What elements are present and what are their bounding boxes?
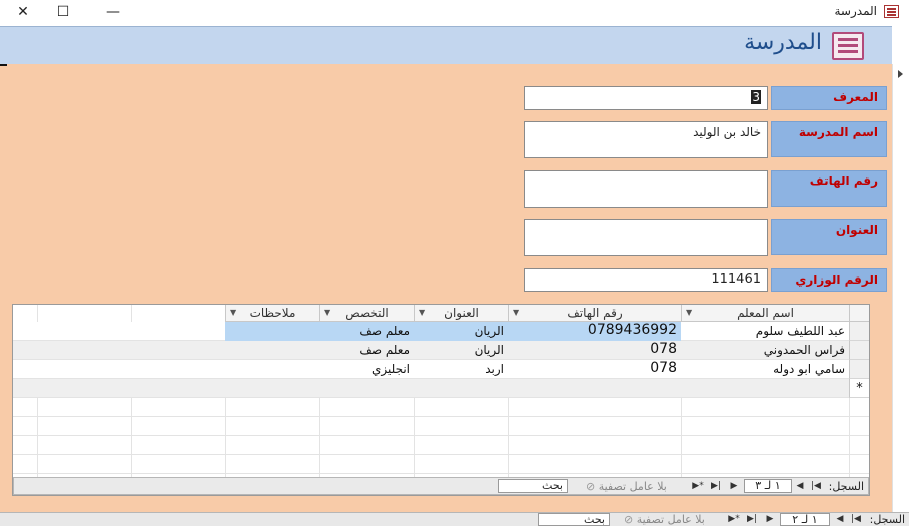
vertical-scrollbar[interactable] [892,64,909,512]
teachers-subform: ▼ ملاحظات ▼ التخصص ▼ العنوان ▼ رقم الهات… [12,304,870,496]
cell-address[interactable]: الريان [414,341,508,360]
school-name-field[interactable]: خالد بن الوليد [524,121,768,158]
form-record-navigation: السجل: |◀ ◀ ١ لـ ٢ ▶ ▶| ▶* بلا عامل تصفي… [0,512,909,526]
first-record-icon[interactable]: |◀ [810,480,822,493]
column-header-phone[interactable]: ▼ رقم الهاتف [508,305,681,322]
teachers-datasheet: ▼ ملاحظات ▼ التخصص ▼ العنوان ▼ رقم الهات… [13,305,869,477]
form-icon [832,32,864,60]
address-label: العنوان [771,219,887,255]
address-field[interactable] [524,219,768,256]
school-name-label: اسم المدرسة [771,121,887,157]
cell-address[interactable]: اربد [414,360,508,379]
cell-address[interactable]: الريان [414,322,508,341]
cell-teacher-name[interactable]: سامي ابو دوله [681,360,849,379]
cell-specialty[interactable]: معلم صف [319,322,414,341]
id-value: 3 [751,90,761,104]
dropdown-arrow-icon[interactable]: ▼ [686,305,692,321]
column-header-label: العنوان [444,306,479,320]
cell-teacher-name[interactable]: فراس الحمدوني [681,341,849,360]
column-header-notes[interactable]: ▼ ملاحظات [225,305,319,322]
column-header-specialty[interactable]: ▼ التخصص [319,305,414,322]
window-title: المدرسة [834,4,877,18]
new-record-row[interactable]: * [13,379,869,398]
ministry-number-label: الرقم الوزاري [771,268,887,292]
window-titlebar: ✕ ☐ — المدرسة [0,0,909,26]
id-label: المعرف [771,86,887,110]
cell-teacher-name[interactable]: عبد اللطيف سلوم [681,322,849,341]
form-detail: المعرف 3 اسم المدرسة خالد بن الوليد رقم … [0,64,892,512]
row-selector[interactable] [849,322,869,341]
table-row[interactable]: انجليزي اربد 078 سامي ابو دوله [13,360,869,379]
row-selector[interactable] [849,341,869,360]
form-icon [884,5,899,18]
row-selector[interactable] [849,360,869,379]
minimize-icon[interactable]: — [90,0,136,24]
last-record-icon[interactable]: ▶| [710,480,722,493]
cell-phone[interactable]: 0789436992 [508,322,681,341]
empty-row [13,417,869,436]
first-record-icon[interactable]: |◀ [850,513,862,526]
last-record-icon[interactable]: ▶| [746,513,758,526]
empty-row [13,436,869,455]
dropdown-arrow-icon[interactable]: ▼ [419,305,425,321]
cell-notes[interactable] [225,322,319,341]
no-filter-indicator[interactable]: بلا عامل تصفية ⊘ [586,480,667,493]
no-filter-label: بلا عامل تصفية [598,480,667,493]
cell-specialty[interactable]: انجليزي [319,360,414,379]
dropdown-arrow-icon[interactable]: ▼ [324,305,330,321]
column-header-label: التخصص [345,306,389,320]
record-label: السجل: [869,513,905,526]
section-marker [0,64,7,66]
phone-label: رقم الهاتف [771,170,887,207]
column-header-address[interactable]: ▼ العنوان [414,305,508,322]
column-header-teacher-name[interactable]: ▼ اسم المعلم [681,305,849,322]
scroll-arrow-icon[interactable] [898,70,903,78]
ministry-number-field[interactable]: 111461 [524,268,768,292]
cell-specialty[interactable]: معلم صف [319,341,414,360]
next-record-icon[interactable]: ▶ [764,513,776,526]
id-field[interactable]: 3 [524,86,768,110]
page-title: المدرسة [744,30,822,55]
select-all-corner[interactable] [849,305,869,322]
table-row[interactable]: معلم صف الريان 078 فراس الحمدوني [13,341,869,360]
record-counter[interactable]: ١ لـ ٣ [744,479,792,493]
column-header-label: ملاحظات [249,306,296,320]
record-label: السجل: [828,480,864,493]
cell-notes[interactable] [225,341,319,360]
search-input[interactable]: بحث [538,513,610,526]
filter-icon: ⊘ [624,513,634,526]
previous-record-icon[interactable]: ◀ [834,513,846,526]
no-filter-indicator[interactable]: بلا عامل تصفية ⊘ [624,513,705,526]
new-record-icon[interactable]: ▶* [728,513,740,526]
subform-record-navigation: السجل: |◀ ◀ ١ لـ ٣ ▶ ▶| ▶* بلا عامل تصفي… [13,477,869,495]
maximize-icon[interactable]: ☐ [40,0,86,24]
column-header-label: رقم الهاتف [567,306,623,320]
no-filter-label: بلا عامل تصفية [636,513,705,526]
column-header-label: اسم المعلم [737,306,794,320]
search-input[interactable]: بحث [498,479,568,493]
dropdown-arrow-icon[interactable]: ▼ [513,305,519,321]
new-record-icon[interactable]: ▶* [692,480,704,493]
cell-phone[interactable]: 078 [508,341,681,360]
table-row[interactable]: معلم صف الريان 0789436992 عبد اللطيف سلو… [13,322,869,341]
previous-record-icon[interactable]: ◀ [794,480,806,493]
form-header: المدرسة [0,26,892,64]
empty-row [13,455,869,474]
empty-row [13,398,869,417]
next-record-icon[interactable]: ▶ [728,480,740,493]
new-record-marker: * [849,379,869,398]
cell-notes[interactable] [225,360,319,379]
record-counter[interactable]: ١ لـ ٢ [780,513,830,526]
cell-phone[interactable]: 078 [508,360,681,379]
dropdown-arrow-icon[interactable]: ▼ [230,305,236,321]
filter-icon: ⊘ [586,480,596,493]
phone-field[interactable] [524,170,768,208]
